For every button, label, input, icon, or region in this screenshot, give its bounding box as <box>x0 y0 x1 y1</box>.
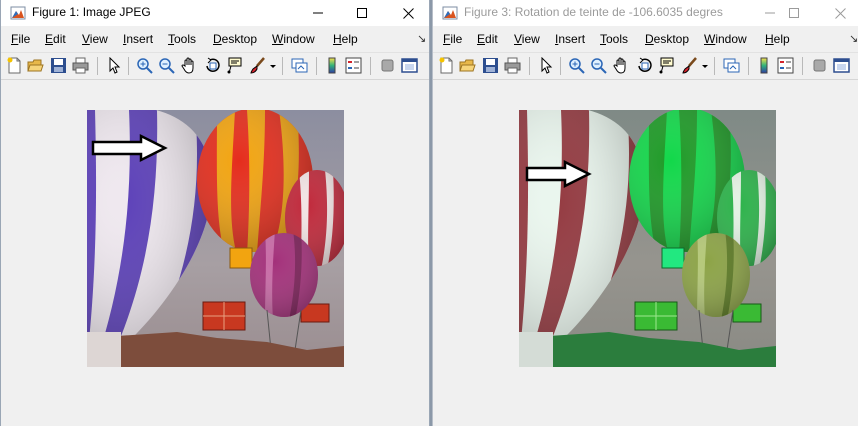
show-plot-tools-icon[interactable] <box>401 57 418 74</box>
zoom-out-icon[interactable] <box>590 57 607 74</box>
rotate-3d-icon[interactable] <box>636 57 653 74</box>
toolbar-separator <box>370 57 371 75</box>
toolbar-separator <box>128 57 129 75</box>
hide-plot-tools-icon[interactable] <box>811 57 828 74</box>
menu-window[interactable]: Window <box>272 32 315 46</box>
toolbar-separator <box>802 57 803 75</box>
legend-icon[interactable] <box>777 57 794 74</box>
figure-window-1: Figure 1: Image JPEG File Edit View Inse… <box>0 0 430 426</box>
figure-toolbar <box>1 52 429 80</box>
legend-icon[interactable] <box>345 57 362 74</box>
pan-hand-icon[interactable] <box>613 57 630 74</box>
brush-dropdown-icon[interactable] <box>701 57 709 74</box>
window-title: Figure 1: Image JPEG <box>32 5 151 19</box>
menu-help[interactable]: Help <box>333 32 358 46</box>
zoom-out-icon[interactable] <box>158 57 175 74</box>
maximize-button[interactable] <box>771 0 817 26</box>
figure-window-3: Figure 3: Rotation de teinte de -106.603… <box>432 0 858 426</box>
brush-dropdown-icon[interactable] <box>269 57 277 74</box>
open-file-icon[interactable] <box>27 57 44 74</box>
pointer-icon[interactable] <box>105 57 122 74</box>
menu-view[interactable]: View <box>514 32 540 46</box>
menu-file[interactable]: File <box>443 32 462 46</box>
minimize-button[interactable] <box>295 0 341 26</box>
menu-insert[interactable]: Insert <box>123 32 153 46</box>
link-plot-icon[interactable] <box>723 57 740 74</box>
rotate-3d-icon[interactable] <box>204 57 221 74</box>
toolbar-separator <box>282 57 283 75</box>
open-file-icon[interactable] <box>459 57 476 74</box>
print-icon[interactable] <box>504 57 521 74</box>
title-bar[interactable]: Figure 3: Rotation de teinte de -106.603… <box>433 0 858 26</box>
brush-icon[interactable] <box>250 57 267 74</box>
menu-desktop[interactable]: Desktop <box>645 32 689 46</box>
toolbar-separator <box>529 57 530 75</box>
zoom-in-icon[interactable] <box>568 57 585 74</box>
save-icon[interactable] <box>50 57 67 74</box>
menu-edit[interactable]: Edit <box>45 32 66 46</box>
pan-hand-icon[interactable] <box>181 57 198 74</box>
menu-desktop[interactable]: Desktop <box>213 32 257 46</box>
menu-help[interactable]: Help <box>765 32 790 46</box>
dock-arrow-icon[interactable]: ↘ <box>849 32 858 45</box>
menu-bar: File Edit View Insert Tools Desktop Wind… <box>1 28 429 51</box>
new-figure-icon[interactable] <box>438 57 455 74</box>
maximize-button[interactable] <box>339 0 385 26</box>
colorbar-icon[interactable] <box>756 57 773 74</box>
balloon-image-original <box>87 110 344 367</box>
menu-insert[interactable]: Insert <box>555 32 585 46</box>
hide-plot-tools-icon[interactable] <box>379 57 396 74</box>
toolbar-separator <box>714 57 715 75</box>
print-icon[interactable] <box>72 57 89 74</box>
image-axes[interactable] <box>87 110 344 367</box>
data-cursor-icon[interactable] <box>227 57 244 74</box>
figure-toolbar <box>433 52 858 80</box>
matlab-icon <box>442 5 458 21</box>
show-plot-tools-icon[interactable] <box>833 57 850 74</box>
close-button[interactable] <box>385 0 429 26</box>
menu-file[interactable]: File <box>11 32 30 46</box>
menu-window[interactable]: Window <box>704 32 747 46</box>
new-figure-icon[interactable] <box>6 57 23 74</box>
brush-icon[interactable] <box>682 57 699 74</box>
data-cursor-icon[interactable] <box>659 57 676 74</box>
toolbar-separator <box>748 57 749 75</box>
menu-tools[interactable]: Tools <box>168 32 196 46</box>
link-plot-icon[interactable] <box>291 57 308 74</box>
toolbar-separator <box>97 57 98 75</box>
title-bar[interactable]: Figure 1: Image JPEG <box>1 0 429 26</box>
menu-edit[interactable]: Edit <box>477 32 498 46</box>
pointer-icon[interactable] <box>537 57 554 74</box>
colorbar-icon[interactable] <box>324 57 341 74</box>
toolbar-separator <box>316 57 317 75</box>
toolbar-separator <box>560 57 561 75</box>
close-button[interactable] <box>817 0 858 26</box>
menu-tools[interactable]: Tools <box>600 32 628 46</box>
image-axes[interactable] <box>519 110 776 367</box>
zoom-in-icon[interactable] <box>136 57 153 74</box>
balloon-image-hue-rotated <box>519 110 776 367</box>
menu-view[interactable]: View <box>82 32 108 46</box>
dock-arrow-icon[interactable]: ↘ <box>417 32 426 45</box>
save-icon[interactable] <box>482 57 499 74</box>
matlab-icon <box>10 5 26 21</box>
window-title: Figure 3: Rotation de teinte de -106.603… <box>464 5 723 19</box>
menu-bar: File Edit View Insert Tools Desktop Wind… <box>433 28 858 51</box>
